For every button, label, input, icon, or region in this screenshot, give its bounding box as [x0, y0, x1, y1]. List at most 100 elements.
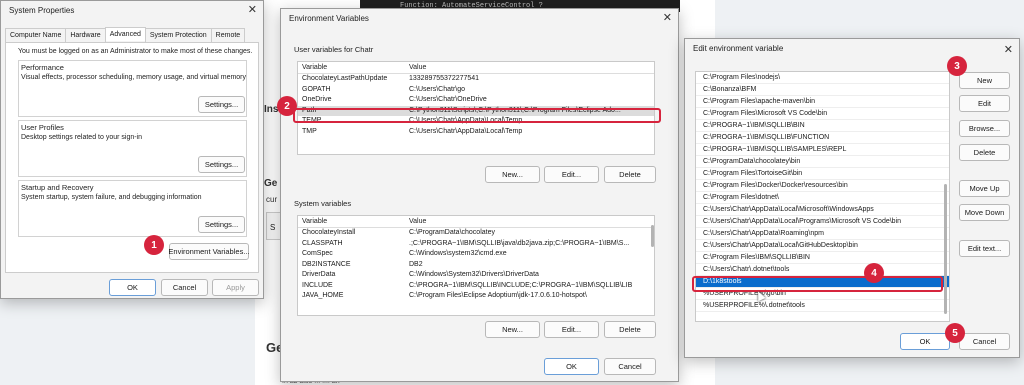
variable-name-cell: DB2INSTANCE	[302, 260, 351, 268]
edit-button[interactable]: Edit	[959, 95, 1010, 112]
list-item[interactable]: C:\Bonanza\BFM	[696, 84, 949, 96]
column-variable: Variable	[302, 218, 328, 225]
user-edit-button[interactable]: Edit...	[544, 166, 599, 183]
startup-settings-button[interactable]: Settings...	[198, 216, 245, 233]
user-delete-button[interactable]: Delete	[604, 166, 656, 183]
table-row[interactable]: INCLUDE C:\PROGRA~1\IBM\SQLLIB\INCLUDE;C:…	[298, 281, 654, 292]
user-profiles-desc: Desktop settings related to your sign-in	[21, 134, 143, 141]
table-row[interactable]: OneDrive C:\Users\Chatr\OneDrive	[298, 95, 654, 106]
column-value: Value	[409, 218, 427, 225]
list-item[interactable]: C:\Program Files\Microsoft VS Code\bin	[696, 108, 949, 120]
variable-value-cell: C:\Program Files\Eclipse Adoptium\jdk-17…	[409, 292, 587, 299]
list-item[interactable]: C:\Program Files\TortoiseGit\bin	[696, 168, 949, 180]
edit-text-button[interactable]: Edit text...	[959, 240, 1010, 257]
variable-name-cell: INCLUDE	[302, 281, 333, 289]
table-row[interactable]: GOPATH C:\Users\Chatr\go	[298, 85, 654, 96]
browse-button[interactable]: Browse...	[959, 120, 1010, 137]
cancel-button[interactable]: Cancel	[959, 333, 1010, 350]
table-row[interactable]: CLASSPATH .;C:\PROGRA~1\IBM\SQLLIB\java\d…	[298, 239, 654, 250]
tab-remote[interactable]: Remote	[210, 28, 246, 42]
user-new-button[interactable]: New...	[485, 166, 540, 183]
table-row[interactable]: JAVA_HOME C:\Program Files\Eclipse Adopti…	[298, 291, 654, 302]
system-table-scrollbar[interactable]	[651, 225, 654, 247]
list-item[interactable]: C:\Users\Chatr\AppData\Roaming\npm	[696, 228, 949, 240]
move-down-button[interactable]: Move Down	[959, 204, 1010, 221]
user-profiles-title: User Profiles	[21, 123, 64, 132]
table-row[interactable]: ChocolateyInstall C:\ProgramData\chocolat…	[298, 228, 654, 239]
tab-hardware[interactable]: Hardware	[65, 28, 106, 42]
system-delete-button[interactable]: Delete	[604, 321, 656, 338]
close-icon[interactable]: ✕	[663, 11, 672, 24]
tab-panel: You must be logged on as an Administrato…	[5, 42, 259, 273]
list-item[interactable]: C:\Program Files\apache-maven\bin	[696, 96, 949, 108]
list-item[interactable]: C:\Users\Chatr\AppData\Local\Microsoft\W…	[696, 204, 949, 216]
performance-group: Performance Visual effects, processor sc…	[18, 60, 247, 117]
bg-text-s: S	[270, 223, 276, 232]
ok-button[interactable]: OK	[900, 333, 950, 350]
list-item[interactable]: C:\ProgramData\chocolatey\bin	[696, 156, 949, 168]
bg-text-cur: cur	[266, 195, 278, 204]
list-item[interactable]: C:\PROGRA~1\IBM\SQLLIB\FUNCTION	[696, 132, 949, 144]
variable-value-cell: C:\ProgramData\chocolatey	[409, 229, 495, 236]
performance-title: Performance	[21, 63, 64, 72]
list-item[interactable]: C:\Users\Chatr\AppData\Local\GitHubDeskt…	[696, 240, 949, 252]
system-edit-button[interactable]: Edit...	[544, 321, 599, 338]
close-icon[interactable]: ✕	[1004, 43, 1013, 56]
admin-note: You must be logged on as an Administrato…	[18, 48, 253, 55]
window-title: Environment Variables	[289, 14, 369, 23]
variable-value-cell: C:\Users\Chatr\OneDrive	[409, 96, 487, 103]
new-button[interactable]: New	[959, 72, 1010, 89]
system-variables-label: System variables	[294, 199, 352, 208]
user-profiles-settings-button[interactable]: Settings...	[198, 156, 245, 173]
list-item[interactable]: C:\Program Files\dotnet\	[696, 192, 949, 204]
tab-system-protection[interactable]: System Protection	[144, 28, 212, 42]
performance-desc: Visual effects, processor scheduling, me…	[21, 74, 247, 81]
ok-button[interactable]: OK	[109, 279, 156, 296]
environment-variables-button[interactable]: Environment Variables...	[168, 243, 250, 260]
variable-value-cell: C:\Windows\system32\cmd.exe	[409, 250, 507, 257]
table-row[interactable]: TMP C:\Users\Chatr\AppData\Local\Temp	[298, 127, 654, 138]
user-profiles-group: User Profiles Desktop settings related t…	[18, 120, 247, 177]
variable-value-cell: DB2	[409, 260, 423, 268]
tab-strip: Computer Name Hardware Advanced System P…	[5, 27, 246, 42]
list-item[interactable]: C:\Program Files\Docker\Docker\resources…	[696, 180, 949, 192]
list-item[interactable]: C:\PROGRA~1\IBM\SQLLIB\BIN	[696, 120, 949, 132]
step-badge-2: 2	[277, 96, 297, 116]
performance-settings-button[interactable]: Settings...	[198, 96, 245, 113]
list-item[interactable]: C:\Users\Chatr\.dotnet\tools	[696, 264, 949, 276]
list-item[interactable]: C:\Program Files\nodejs\	[696, 72, 949, 84]
table-header: Variable Value	[298, 62, 654, 74]
variable-value-cell: .;C:\PROGRA~1\IBM\SQLLIB\java\db2java.zi…	[409, 239, 630, 247]
path-list-scrollbar[interactable]	[944, 184, 947, 314]
list-item[interactable]: C:\PROGRA~1\IBM\SQLLIB\SAMPLES\REPL	[696, 144, 949, 156]
list-item[interactable]: C:\Program Files\IBM\SQLLIB\BIN	[696, 252, 949, 264]
close-icon[interactable]: ✕	[248, 3, 257, 16]
table-row[interactable]: ComSpec C:\Windows\system32\cmd.exe	[298, 249, 654, 260]
system-variables-table: Variable Value ChocolateyInstall C:\Progr…	[297, 215, 655, 316]
step-badge-5: 5	[945, 323, 965, 343]
variable-name-cell: DriverData	[302, 271, 336, 278]
ok-button[interactable]: OK	[544, 358, 599, 375]
list-item[interactable]: C:\Users\Chatr\AppData\Local\Programs\Mi…	[696, 216, 949, 228]
startup-recovery-desc: System startup, system failure, and debu…	[21, 194, 202, 201]
user-variables-label: User variables for Chatr	[294, 45, 374, 54]
cancel-button[interactable]: Cancel	[604, 358, 656, 375]
tab-advanced[interactable]: Advanced	[104, 27, 146, 41]
tab-computer-name[interactable]: Computer Name	[5, 28, 67, 42]
table-row[interactable]: DB2INSTANCE DB2	[298, 260, 654, 271]
move-up-button[interactable]: Move Up	[959, 180, 1010, 197]
table-row[interactable]: ChocolateyLastPathUpdate 1332897553722775…	[298, 74, 654, 85]
system-new-button[interactable]: New...	[485, 321, 540, 338]
variable-value-cell: C:\Windows\System32\Drivers\DriverData	[409, 271, 539, 278]
variable-name-cell: ChocolateyLastPathUpdate	[302, 75, 388, 82]
cancel-button[interactable]: Cancel	[161, 279, 208, 296]
list-item[interactable]: %USERPROFILE%\.dotnet\tools	[696, 300, 949, 312]
variable-name-cell: TMP	[302, 127, 317, 135]
column-variable: Variable	[302, 64, 328, 71]
table-row[interactable]: DriverData C:\Windows\System32\Drivers\Dr…	[298, 270, 654, 281]
bg-heading-ge: Ge	[264, 178, 278, 189]
delete-button[interactable]: Delete	[959, 144, 1010, 161]
apply-button[interactable]: Apply	[212, 279, 259, 296]
variable-value-cell: C:\PROGRA~1\IBM\SQLLIB\INCLUDE;C:\PROGRA…	[409, 281, 633, 289]
window-title: System Properties	[9, 6, 75, 15]
